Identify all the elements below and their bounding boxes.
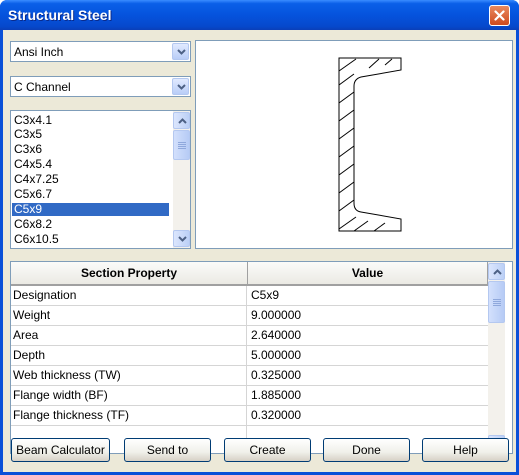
list-item[interactable]: C6x8.2	[12, 218, 169, 231]
list-item[interactable]: C3x5	[12, 128, 169, 141]
shape-select-value: C Channel	[14, 80, 71, 94]
grip-line	[178, 146, 186, 147]
table-row[interactable]: Web thickness (TW) 0.325000	[11, 366, 488, 386]
scroll-up-button[interactable]	[488, 263, 505, 280]
beam-calculator-button[interactable]: Beam Calculator	[11, 438, 110, 462]
shape-dropdown-button[interactable]	[172, 78, 189, 95]
property-name: Area	[11, 326, 247, 345]
property-value: 0.325000	[251, 368, 302, 382]
standard-select[interactable]: Ansi Inch	[10, 41, 191, 62]
list-item[interactable]: C6x10.5	[12, 233, 169, 246]
property-value: 9.000000	[251, 308, 302, 322]
column-header-value[interactable]: Value	[248, 262, 488, 286]
grip-line	[493, 299, 501, 300]
table-row[interactable]: Flange width (BF) 1.885000	[11, 386, 488, 406]
chevron-down-icon	[177, 84, 186, 90]
window-title: Structural Steel	[8, 7, 112, 23]
dialog-body: Ansi Inch C Channel C3x4.1 C3x5 C3x6 C4x…	[3, 30, 516, 472]
done-button[interactable]: Done	[323, 438, 410, 462]
list-item[interactable]: C5x6.7	[12, 188, 169, 201]
close-icon	[494, 10, 505, 21]
list-item[interactable]: C3x4.1	[12, 114, 169, 127]
table-row[interactable]: Designation C5x9	[11, 286, 488, 306]
section-properties-table: Section Property Value Designation C5x9 …	[10, 261, 513, 454]
column-header-property[interactable]: Section Property	[11, 262, 248, 286]
property-value: 1.885000	[251, 388, 302, 402]
property-name: Flange thickness (TF)	[11, 406, 247, 425]
table-row[interactable]: Flange thickness (TF) 0.320000	[11, 406, 488, 426]
property-value: 2.640000	[251, 328, 302, 342]
chevron-down-icon	[177, 49, 186, 55]
standard-select-value: Ansi Inch	[14, 45, 64, 59]
grip-line	[178, 144, 186, 145]
property-name: Depth	[11, 346, 247, 365]
structural-steel-window: Structural Steel Ansi Inch C Channel C3x…	[0, 0, 519, 475]
chevron-up-icon	[178, 118, 187, 124]
help-button[interactable]: Help	[422, 438, 509, 462]
properties-scrollbar[interactable]	[488, 262, 505, 453]
property-name: Designation	[11, 286, 247, 305]
section-preview	[195, 40, 513, 249]
send-to-button[interactable]: Send to	[124, 438, 211, 462]
scroll-thumb[interactable]	[488, 281, 505, 323]
close-button[interactable]	[489, 5, 510, 26]
property-name: Weight	[11, 306, 247, 325]
table-row[interactable]: Weight 9.000000	[11, 306, 488, 326]
list-item[interactable]: C4x7.25	[12, 173, 169, 186]
title-bar[interactable]: Structural Steel	[0, 0, 519, 30]
standard-dropdown-button[interactable]	[172, 43, 189, 60]
list-item[interactable]: C3x6	[12, 143, 169, 156]
section-list[interactable]: C3x4.1 C3x5 C3x6 C4x5.4 C4x7.25 C5x6.7 C…	[10, 110, 191, 249]
property-value: 5.000000	[251, 348, 302, 362]
list-item[interactable]: C4x5.4	[12, 158, 169, 171]
grip-line	[178, 142, 186, 143]
grip-line	[178, 148, 186, 149]
scroll-up-button[interactable]	[173, 112, 190, 129]
property-name: Web thickness (TW)	[11, 366, 247, 385]
property-value: C5x9	[251, 288, 280, 302]
grip-line	[493, 305, 501, 306]
table-row[interactable]: Area 2.640000	[11, 326, 488, 346]
section-list-scrollbar[interactable]	[173, 111, 190, 248]
list-item-selected[interactable]: C5x9	[12, 203, 169, 216]
grip-line	[493, 303, 501, 304]
create-button[interactable]: Create	[224, 438, 311, 462]
hatch-lines	[338, 58, 393, 232]
chevron-down-icon	[178, 236, 187, 242]
property-value: 0.320000	[251, 408, 302, 422]
grip-line	[493, 301, 501, 302]
channel-profile-drawing	[338, 57, 402, 232]
shape-select[interactable]: C Channel	[10, 76, 191, 97]
scroll-down-button[interactable]	[173, 230, 190, 247]
property-name: Flange width (BF)	[11, 386, 247, 405]
scroll-thumb[interactable]	[173, 130, 190, 160]
chevron-up-icon	[493, 269, 502, 275]
table-row[interactable]: Depth 5.000000	[11, 346, 488, 366]
